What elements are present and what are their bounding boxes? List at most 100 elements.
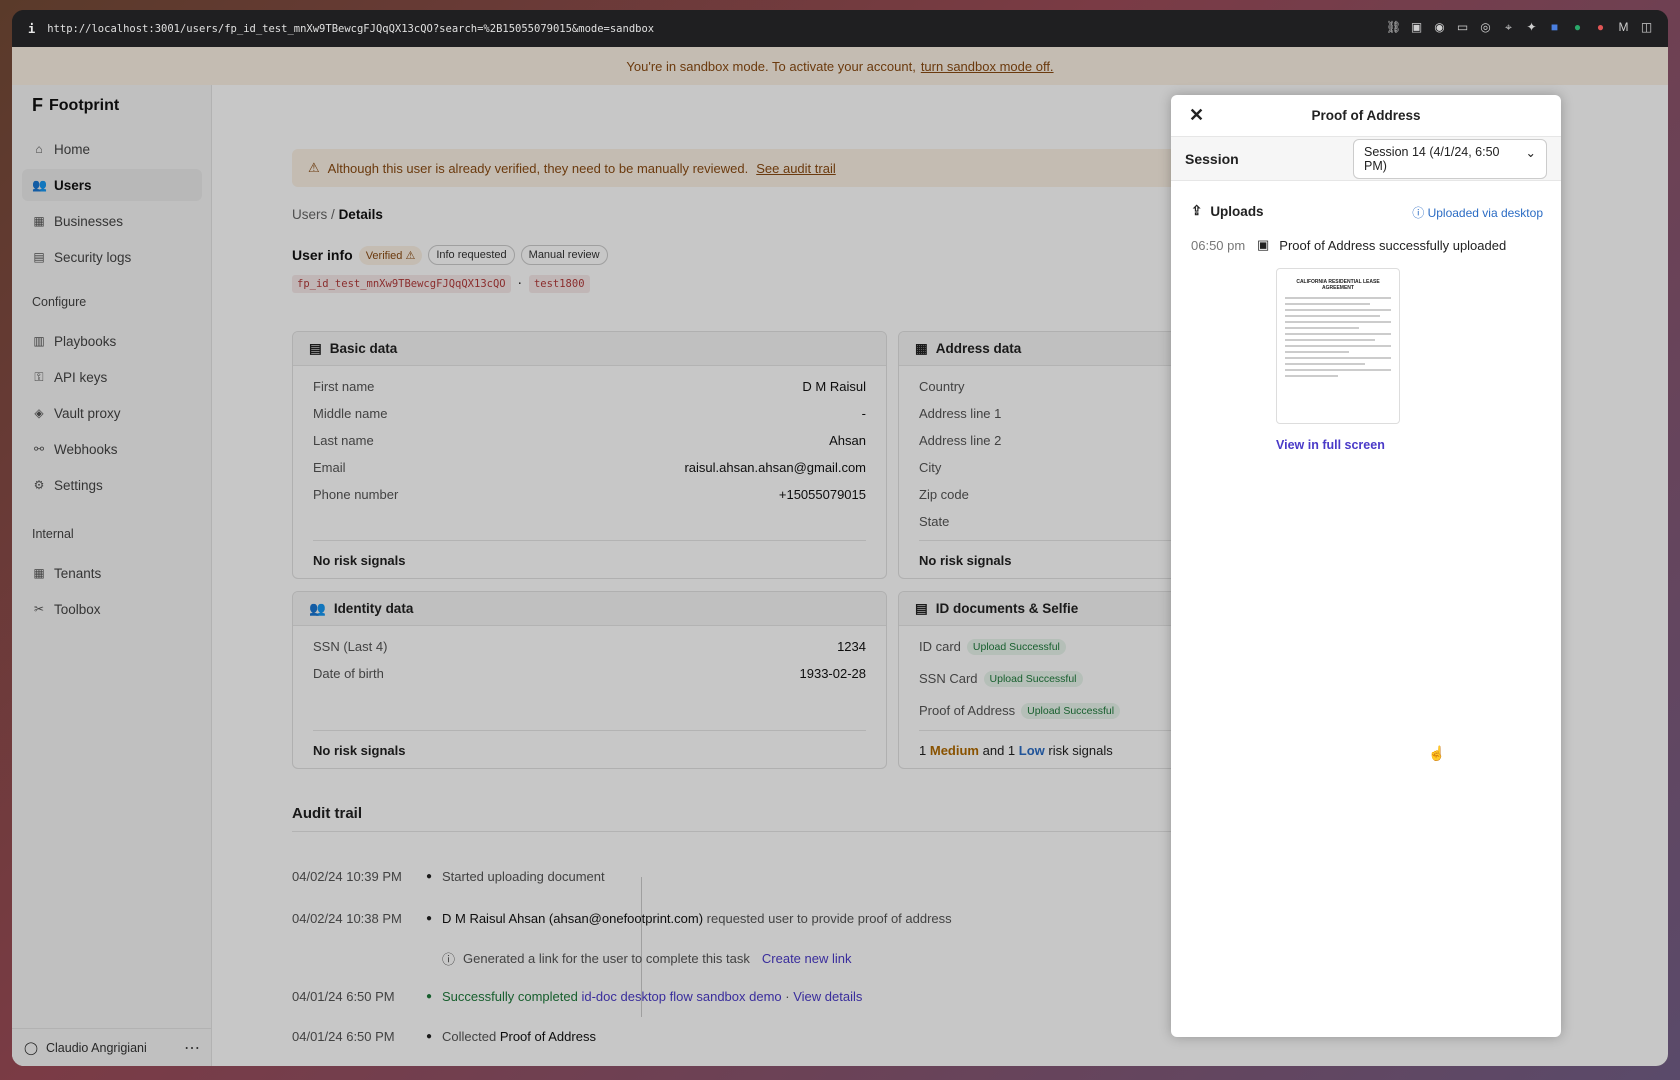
brand-name: Footprint — [49, 96, 120, 114]
sidebar-item-vault-proxy[interactable]: ◈ Vault proxy — [22, 397, 202, 429]
sandbox-banner: You're in sandbox mode. To activate your… — [12, 47, 1668, 85]
upload-status-badge: Upload Successful — [966, 639, 1066, 655]
view-details-link[interactable]: View details — [793, 989, 862, 1004]
event-date: 04/01/24 6:50 PM — [292, 989, 395, 1004]
info-icon: ⓘ — [442, 952, 456, 967]
basic-data-header: ▤ Basic data — [293, 332, 886, 366]
close-icon[interactable]: ✕ — [1189, 105, 1204, 126]
mouse-cursor-icon: ☝ — [1428, 745, 1446, 761]
field-row: Date of birth 1933-02-28 — [313, 666, 866, 681]
site-info-icon[interactable]: i — [28, 22, 35, 36]
text-line — [1285, 339, 1376, 341]
field-value: 1933-02-28 — [799, 666, 867, 681]
sidebar-item-businesses[interactable]: ▦ Businesses — [22, 205, 202, 237]
document-label: Proof of Address — [919, 703, 1016, 718]
field-label: Date of birth — [313, 666, 384, 681]
event-text: Started uploading document — [442, 869, 605, 884]
sidebar-item-security-logs[interactable]: ▤ Security logs — [22, 241, 202, 273]
field-label: First name — [313, 379, 375, 394]
field-row: Last name Ahsan — [313, 433, 866, 448]
sidebar-item-api-keys[interactable]: ⚿ API keys — [22, 361, 202, 393]
sidebar-item-settings[interactable]: ⚙ Settings — [22, 469, 202, 501]
field-value: raisul.ahsan.ahsan@gmail.com — [684, 460, 866, 475]
sidebar-item-label: Settings — [54, 477, 103, 493]
sidebar-item-playbooks[interactable]: ▥ Playbooks — [22, 325, 202, 357]
users-icon: 👥 — [32, 178, 47, 192]
field-label: Phone number — [313, 487, 399, 502]
sidebar-item-webhooks[interactable]: ⚯ Webhooks — [22, 433, 202, 465]
brand-logo[interactable]: F Footprint — [32, 95, 119, 116]
test-tag-code[interactable]: test1800 — [528, 275, 590, 293]
id-separator: · — [516, 278, 523, 290]
risk-signals-summary[interactable]: No risk signals — [313, 730, 866, 758]
text-line — [1285, 363, 1365, 365]
field-row: Email raisul.ahsan.ahsan@gmail.com — [313, 460, 866, 475]
medium-icon[interactable]: M — [1616, 20, 1631, 35]
event-date: 04/01/24 6:50 PM — [292, 1029, 395, 1044]
upload-status-badge: Upload Successful — [983, 671, 1083, 687]
view-full-screen-link[interactable]: View in full screen — [1276, 438, 1385, 452]
sidebar-item-label: Businesses — [54, 213, 124, 229]
puzzle-icon[interactable]: ✦ — [1524, 20, 1539, 35]
sidebar-item-label: Vault proxy — [54, 405, 121, 421]
sidebar-item-label: Playbooks — [54, 333, 117, 349]
field-label: Address line 1 — [919, 406, 1002, 421]
account-name: Claudio Angrigiani — [46, 1040, 147, 1055]
card-title: Address data — [935, 341, 1022, 356]
document-label: SSN Card — [919, 671, 978, 686]
document-thumbnail[interactable]: CALIFORNIA RESIDENTIAL LEASE AGREEMENT — [1276, 268, 1400, 424]
book-icon: ▥ — [33, 334, 45, 348]
card-icon[interactable]: ▭ — [1455, 20, 1470, 35]
globe-icon[interactable]: ◎ — [1478, 20, 1493, 35]
session-select[interactable]: Session 14 (4/1/24, 6:50 PM) ⌄ — [1353, 138, 1547, 179]
medium-risk-label: Medium — [929, 743, 979, 758]
extension-blue-icon[interactable]: ■ — [1547, 20, 1562, 35]
account-row[interactable]: ◯ Claudio Angrigiani ⋯ — [12, 1028, 212, 1066]
sidebar-item-toolbox[interactable]: ✂ Toolbox — [22, 593, 202, 625]
id-card-icon: ▤ — [915, 600, 928, 616]
screenshot-icon[interactable]: ▣ — [1409, 20, 1424, 35]
audit-sub-event: ⓘ Generated a link for the user to compl… — [442, 949, 852, 968]
breadcrumb-current: Details — [338, 207, 383, 222]
see-audit-trail-link[interactable]: See audit trail — [756, 161, 836, 176]
low-count: and 1 — [982, 743, 1016, 758]
timeline-dot: ● — [425, 871, 433, 882]
sidebar-toggle-icon[interactable]: ◫ — [1639, 20, 1654, 35]
session-row: Session Session 14 (4/1/24, 6:50 PM) ⌄ — [1171, 137, 1561, 181]
uploaded-via-text: Uploaded via desktop — [1427, 206, 1543, 220]
create-new-link[interactable]: Create new link — [762, 951, 852, 966]
sandbox-off-link[interactable]: turn sandbox mode off. — [921, 59, 1054, 74]
sub-event-text: Generated a link for the user to complet… — [463, 951, 750, 966]
upload-time: 06:50 pm — [1191, 237, 1246, 253]
medium-count: 1 — [919, 743, 927, 758]
building-icon: ▦ — [33, 566, 45, 580]
extensions-bar: ⛓ ▣ ◉ ▭ ◎ ⌖ ✦ ■ ● ● M ◫ — [1386, 20, 1654, 35]
app-page: You're in sandbox mode. To activate your… — [12, 47, 1668, 1066]
identity-data-card: 👥 Identity data SSN (Last 4) 1234 Date of … — [292, 591, 887, 769]
status-badge-manual-review: Manual review — [520, 245, 608, 265]
audit-event: 04/02/24 10:39 PM ● Started uploading do… — [292, 869, 605, 884]
grammarly-icon[interactable]: ● — [1570, 20, 1585, 35]
breadcrumb-users[interactable]: Users — [292, 207, 327, 222]
sidebar-item-users[interactable]: 👥 Users — [22, 169, 202, 201]
event-actor: D M Raisul Ahsan (ahsan@onefootprint.com… — [442, 911, 704, 926]
card-title: Basic data — [329, 341, 398, 356]
field-value: Ahsan — [829, 433, 866, 448]
more-options-icon[interactable]: ⋯ — [184, 1038, 200, 1058]
extension-red-icon[interactable]: ● — [1593, 20, 1608, 35]
fp-id-code[interactable]: fp_id_test_mnXw9TBewcgFJQqQX13cQO — [292, 275, 511, 293]
drawer-title: Proof of Address — [1311, 108, 1421, 123]
risk-signals-summary[interactable]: No risk signals — [313, 540, 866, 568]
uploads-title: Uploads — [1210, 203, 1264, 219]
sidebar-item-home[interactable]: ⌂ Home — [22, 133, 202, 165]
url-text[interactable]: http://localhost:3001/users/fp_id_test_m… — [47, 23, 654, 35]
sidebar-item-tenants[interactable]: ▦ Tenants — [22, 557, 202, 589]
link-icon[interactable]: ⛓ — [1386, 20, 1401, 35]
text-line — [1285, 333, 1391, 335]
audit-divider — [292, 831, 1192, 832]
field-label: City — [919, 460, 942, 475]
target-icon[interactable]: ⌖ — [1501, 20, 1516, 35]
camera-icon[interactable]: ◉ — [1432, 20, 1447, 35]
address-bar[interactable]: i http://localhost:3001/users/fp_id_test… — [12, 10, 1668, 47]
timeline-dot: ● — [425, 991, 433, 1002]
